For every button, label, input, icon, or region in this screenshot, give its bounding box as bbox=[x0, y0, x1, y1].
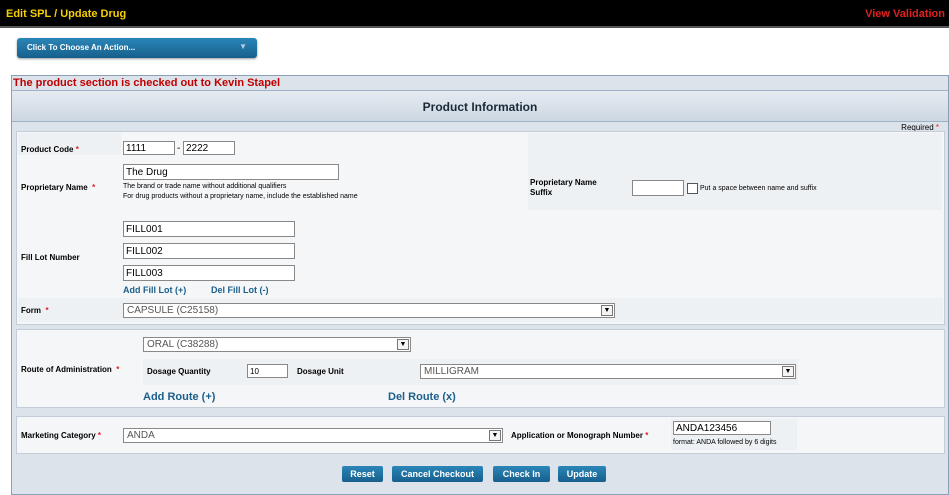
del-fill-lot-link[interactable]: Del Fill Lot (-) bbox=[211, 285, 269, 295]
product-code-label-text: Product Code bbox=[21, 145, 74, 154]
section-header: Product Information bbox=[12, 90, 948, 122]
check-in-button[interactable]: Check In bbox=[493, 466, 550, 482]
fill-lot-input-2[interactable] bbox=[123, 243, 295, 259]
dosage-unit-label: Dosage Unit bbox=[297, 367, 344, 376]
required-star: * bbox=[75, 145, 79, 154]
dosage-quantity-label: Dosage Quantity bbox=[147, 367, 211, 376]
section-title: Product Information bbox=[422, 100, 538, 114]
page-title: Edit SPL / Update Drug bbox=[6, 8, 127, 20]
form-label-text: Form bbox=[21, 306, 41, 315]
action-menu-label: Click To Choose An Action... bbox=[27, 43, 136, 52]
required-star: * bbox=[116, 365, 120, 374]
required-star: * bbox=[45, 306, 49, 315]
suffix-label: Proprietary Name Suffix bbox=[530, 178, 597, 198]
route-label-text: Route of Administration bbox=[21, 365, 112, 374]
route-select-value: ORAL (C38288) bbox=[147, 339, 219, 350]
cancel-checkout-button[interactable]: Cancel Checkout bbox=[392, 466, 483, 482]
dosage-unit-select[interactable]: MILLIGRAM ▼ bbox=[420, 364, 796, 379]
suffix-label-line2: Suffix bbox=[530, 188, 553, 197]
chevron-down-icon: ▼ bbox=[397, 339, 409, 350]
fill-lot-label: Fill Lot Number bbox=[21, 253, 80, 262]
chevron-down-icon: ▼ bbox=[782, 366, 794, 377]
application-number-label: Application or Monograph Number * bbox=[511, 431, 648, 440]
marketing-category-label-text: Marketing Category bbox=[21, 431, 96, 440]
proprietary-name-input[interactable] bbox=[123, 164, 339, 180]
route-select[interactable]: ORAL (C38288) ▼ bbox=[143, 337, 411, 352]
add-route-link[interactable]: Add Route (+) bbox=[143, 391, 215, 403]
product-code-part2-input[interactable] bbox=[183, 141, 235, 155]
product-code-label: Product Code * bbox=[21, 145, 79, 154]
dosage-unit-value: MILLIGRAM bbox=[424, 366, 480, 377]
application-number-input[interactable] bbox=[673, 421, 771, 435]
space-suffix-label: Put a space between name and suffix bbox=[700, 185, 817, 192]
product-panel: The product section is checked out to Ke… bbox=[11, 75, 949, 495]
checkout-notice: The product section is checked out to Ke… bbox=[13, 77, 281, 89]
marketing-box: Marketing Category * ANDA ▼ Application … bbox=[16, 416, 945, 454]
route-label: Route of Administration * bbox=[21, 365, 119, 374]
marketing-category-label: Marketing Category * bbox=[21, 431, 101, 440]
suffix-label-line1: Proprietary Name bbox=[530, 178, 597, 187]
space-suffix-checkbox[interactable] bbox=[687, 183, 698, 194]
product-details-box: Product Code * - Proprietary Name * The … bbox=[16, 131, 945, 325]
proprietary-name-label-text: Proprietary Name bbox=[21, 183, 88, 192]
top-bar: Edit SPL / Update Drug View Validation bbox=[0, 0, 949, 28]
view-validation-link[interactable]: View Validation bbox=[865, 8, 945, 20]
reset-button[interactable]: Reset bbox=[342, 466, 383, 482]
dosage-quantity-input[interactable] bbox=[247, 364, 288, 378]
chevron-down-icon: ▼ bbox=[239, 42, 247, 51]
form-select[interactable]: CAPSULE (C25158) ▼ bbox=[123, 303, 615, 318]
suffix-input[interactable] bbox=[632, 180, 684, 196]
application-number-label-text: Application or Monograph Number bbox=[511, 431, 643, 440]
proprietary-name-label: Proprietary Name * bbox=[21, 183, 95, 192]
fill-lot-input-3[interactable] bbox=[123, 265, 295, 281]
application-number-hint: format: ANDA followed by 6 digits bbox=[673, 439, 777, 446]
chevron-down-icon: ▼ bbox=[601, 305, 613, 316]
form-select-value: CAPSULE (C25158) bbox=[127, 305, 219, 316]
marketing-category-value: ANDA bbox=[127, 430, 155, 441]
required-star: * bbox=[92, 183, 96, 192]
required-star: * bbox=[645, 431, 649, 440]
marketing-category-select[interactable]: ANDA ▼ bbox=[123, 428, 503, 443]
product-code-separator: - bbox=[177, 143, 181, 154]
required-star: * bbox=[97, 431, 102, 440]
chevron-down-icon: ▼ bbox=[489, 430, 501, 441]
route-box: Route of Administration * ORAL (C38288) … bbox=[16, 329, 945, 408]
product-code-part1-input[interactable] bbox=[123, 141, 175, 155]
del-route-link[interactable]: Del Route (x) bbox=[388, 391, 456, 403]
proprietary-name-hint-1: The brand or trade name without addition… bbox=[123, 183, 287, 190]
add-fill-lot-link[interactable]: Add Fill Lot (+) bbox=[123, 285, 186, 295]
suffix-cell bbox=[528, 133, 942, 210]
proprietary-name-hint-2: For drug products without a proprietary … bbox=[123, 193, 358, 200]
update-button[interactable]: Update bbox=[558, 466, 606, 482]
form-label: Form * bbox=[21, 306, 49, 315]
fill-lot-input-1[interactable] bbox=[123, 221, 295, 237]
action-menu-dropdown[interactable]: Click To Choose An Action... ▼ bbox=[17, 38, 257, 58]
